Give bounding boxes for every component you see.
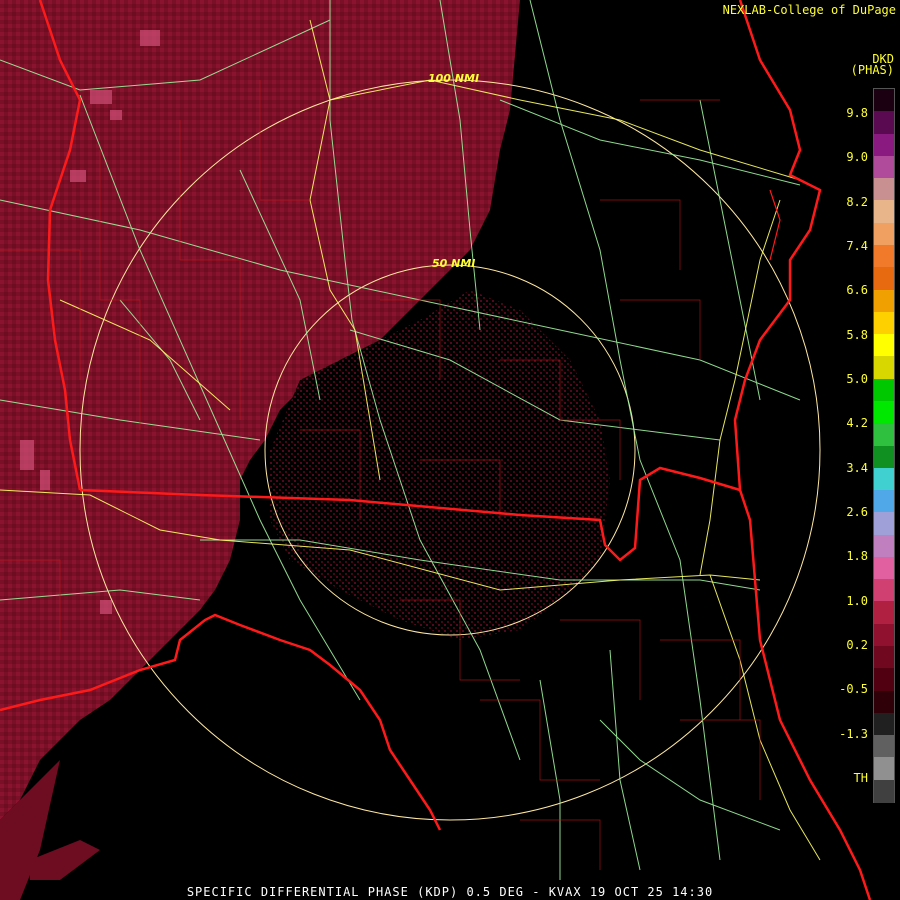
color-scale-swatch	[874, 779, 894, 803]
color-scale-swatch	[874, 623, 894, 647]
color-scale-tick: 3.4	[846, 460, 868, 475]
atlantic-coast	[733, 0, 872, 900]
radar-map-canvas	[0, 0, 872, 900]
color-scale-swatch	[874, 690, 894, 714]
color-scale-swatch	[874, 289, 894, 313]
color-scale-swatch	[874, 757, 894, 781]
color-scale-swatch	[874, 334, 894, 357]
color-scale-swatch	[874, 556, 894, 580]
color-scale-tick: 5.8	[846, 327, 868, 342]
color-scale-tick: -0.5	[839, 682, 868, 697]
color-scale-tick: 9.0	[846, 150, 868, 165]
color-scale-tick: 1.8	[846, 549, 868, 564]
color-scale-swatch	[874, 467, 894, 491]
credit-label: NEXLAB-College of DuPage	[722, 3, 896, 17]
color-scale-swatch	[874, 311, 894, 335]
color-scale-swatch	[874, 601, 894, 625]
color-scale-tick: 5.0	[846, 372, 868, 386]
color-scale-swatch	[874, 155, 894, 179]
color-scale-tick: 9.8	[846, 106, 868, 120]
color-scale-swatch	[874, 178, 894, 201]
color-scale-swatch	[874, 200, 894, 224]
color-scale-swatch	[874, 89, 894, 112]
color-scale-swatch	[874, 133, 894, 157]
color-scale-tick: 8.2	[846, 194, 868, 209]
color-scale-swatch	[874, 668, 894, 692]
color-scale-swatch	[874, 735, 894, 758]
product-title: SPECIFIC DIFFERENTIAL PHASE (KDP) 0.5 DE…	[186, 885, 714, 899]
color-scale-tick: 4.2	[846, 416, 868, 431]
color-scale-swatch	[874, 356, 894, 380]
color-scale-tick: 0.2	[846, 638, 868, 652]
color-scale-swatch	[874, 222, 894, 246]
color-scale-tick: 1.0	[846, 593, 868, 608]
color-scale-tick: 2.6	[846, 505, 868, 519]
color-scale-tick: 7.4	[846, 239, 868, 253]
radar-map: NEXLAB-College of DuPage DKD (PHAS) 100 …	[0, 0, 900, 900]
color-scale-swatch	[874, 646, 894, 669]
color-scale-swatch	[874, 579, 894, 602]
color-scale-swatch	[874, 244, 894, 268]
color-scale-swatch	[874, 423, 894, 446]
color-scale-swatch	[874, 490, 894, 513]
ring-label-100nmi: 100 NMI	[428, 72, 480, 85]
color-scale-swatch	[874, 111, 894, 135]
color-scale-swatch	[874, 534, 894, 558]
color-scale-swatch	[874, 378, 894, 402]
color-scale-tick: -1.3	[839, 726, 868, 741]
color-scale-tick: 6.6	[846, 283, 868, 298]
color-scale-swatch	[874, 400, 894, 424]
units-sublabel: (PHAS)	[850, 63, 894, 77]
color-scale-swatch	[874, 445, 894, 469]
color-scale-bar	[873, 88, 895, 803]
color-scale-swatch	[874, 712, 894, 736]
ring-label-50nmi: 50 NMI	[432, 257, 476, 270]
color-scale-tick: TH	[853, 771, 868, 785]
color-scale-swatch	[874, 267, 894, 291]
color-scale-swatch	[874, 512, 894, 536]
